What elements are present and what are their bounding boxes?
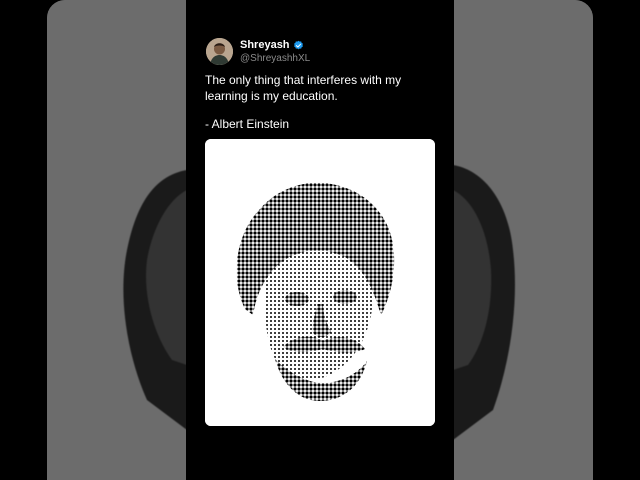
- blurred-background-left: [47, 0, 187, 480]
- tweet-text-line: The only thing that interferes with my: [205, 73, 402, 87]
- tweet-text: The only thing that interferes with my l…: [205, 72, 435, 104]
- blurred-background-right: [453, 0, 593, 480]
- author-name-row: Shreyash: [240, 39, 304, 51]
- avatar[interactable]: [206, 38, 233, 65]
- author-handle[interactable]: @ShreyashhXL: [240, 53, 310, 64]
- quote-attribution: - Albert Einstein: [205, 117, 290, 131]
- tweet-text-line: learning is my education.: [205, 89, 338, 103]
- tweet-media-image[interactable]: [205, 139, 435, 426]
- verified-badge-icon: [293, 40, 303, 49]
- video-frame: Shreyash @ShreyashhXL The only thing tha…: [0, 0, 640, 480]
- display-name[interactable]: Shreyash: [240, 39, 290, 51]
- tweet-card: Shreyash @ShreyashhXL The only thing tha…: [186, 0, 454, 480]
